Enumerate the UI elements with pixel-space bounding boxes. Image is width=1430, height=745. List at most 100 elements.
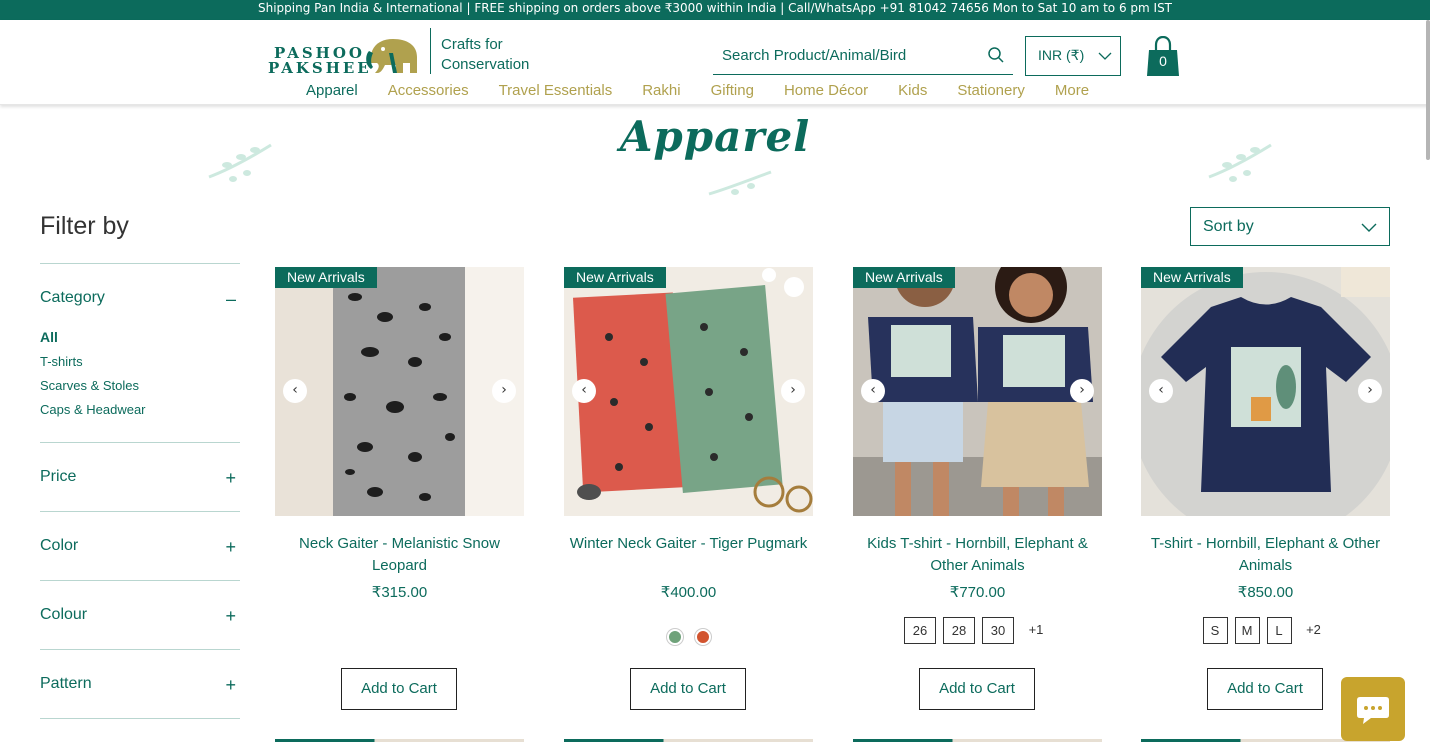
- collapse-icon: –: [225, 289, 236, 309]
- product-card[interactable]: New Arrivals ‹ › Winter Neck Gaiter - Ti…: [564, 267, 813, 727]
- page-scrollbar[interactable]: [1426, 20, 1430, 160]
- size-option[interactable]: L: [1266, 617, 1292, 644]
- nav-item-apparel[interactable]: Apparel: [306, 82, 358, 104]
- size-option[interactable]: 30: [982, 617, 1014, 644]
- product-card[interactable]: New Arrivals ‹ › Neck Gaiter - Melanisti…: [275, 267, 524, 727]
- more-sizes[interactable]: +2: [1299, 617, 1329, 644]
- facet-label: Price: [40, 468, 77, 485]
- cart-button[interactable]: 0: [1146, 35, 1180, 78]
- expand-icon: +: [225, 675, 236, 695]
- expand-icon: +: [225, 468, 236, 488]
- product-name[interactable]: Kids T-shirt - Hornbill, Elephant & Othe…: [853, 533, 1102, 577]
- divider: [40, 442, 240, 443]
- chevron-left-icon[interactable]: ‹: [283, 379, 307, 403]
- chat-button[interactable]: [1341, 677, 1405, 741]
- leaf-branch-icon: [208, 143, 272, 182]
- main-nav: Apparel Accessories Travel Essentials Ra…: [306, 82, 1119, 104]
- divider: [40, 263, 240, 264]
- product-name[interactable]: Winter Neck Gaiter - Tiger Pugmark: [564, 533, 813, 555]
- color-swatch-orange[interactable]: [694, 629, 711, 645]
- product-image[interactable]: New Arrivals ‹ ›: [564, 267, 813, 516]
- add-to-cart-button[interactable]: Add to Cart: [919, 668, 1035, 710]
- size-option[interactable]: S: [1202, 617, 1228, 644]
- facet-category[interactable]: Category –: [40, 289, 240, 309]
- product-image[interactable]: New Arrivals ‹ ›: [1141, 267, 1390, 516]
- kids-tshirt-image: [853, 267, 1102, 516]
- brand-tagline: Crafts for Conservation: [441, 35, 529, 75]
- nav-item-gifting[interactable]: Gifting: [711, 82, 754, 104]
- facet-colour[interactable]: Colour +: [40, 606, 240, 626]
- chevron-left-icon[interactable]: ‹: [572, 379, 596, 403]
- filter-title: Filter by: [40, 212, 129, 240]
- search-icon[interactable]: [987, 46, 1005, 64]
- size-option[interactable]: 28: [943, 617, 975, 644]
- size-options: S M L +2: [1141, 617, 1390, 644]
- size-option[interactable]: M: [1234, 617, 1260, 644]
- chevron-right-icon[interactable]: ›: [492, 379, 516, 403]
- divider: [40, 718, 240, 719]
- nav-item-rakhi[interactable]: Rakhi: [642, 82, 680, 104]
- tagline-line2: Conservation: [441, 56, 530, 73]
- product-name[interactable]: T-shirt - Hornbill, Elephant & Other Ani…: [1141, 533, 1390, 577]
- product-card[interactable]: New Arrivals ‹ › T-shirt - Hornbill, Ele…: [1141, 267, 1390, 727]
- search-box: [713, 36, 1013, 75]
- add-to-cart-button[interactable]: Add to Cart: [630, 668, 746, 710]
- nav-item-travel-essentials[interactable]: Travel Essentials: [499, 82, 613, 104]
- product-name[interactable]: Neck Gaiter - Melanistic Snow Leopard: [275, 533, 524, 577]
- chevron-down-icon: [1361, 223, 1377, 232]
- sort-select[interactable]: Sort by: [1190, 207, 1390, 246]
- product-image[interactable]: New Arrivals ‹ ›: [853, 267, 1102, 516]
- category-option-all[interactable]: All: [40, 329, 58, 345]
- divider: [40, 511, 240, 512]
- product-price: ₹770.00: [949, 584, 1006, 601]
- facet-label: Pattern: [40, 675, 92, 692]
- facet-color[interactable]: Color +: [40, 537, 240, 557]
- chevron-left-icon[interactable]: ‹: [1149, 379, 1173, 403]
- expand-icon: +: [225, 537, 236, 557]
- nav-item-home-decor[interactable]: Home Décor: [784, 82, 868, 104]
- new-arrivals-badge: New Arrivals: [853, 267, 955, 288]
- chevron-left-icon[interactable]: ‹: [861, 379, 885, 403]
- category-option-scarves[interactable]: Scarves & Stoles: [40, 378, 139, 393]
- divider: [40, 580, 240, 581]
- category-option-tshirts[interactable]: T-shirts: [40, 354, 83, 369]
- facet-pattern[interactable]: Pattern +: [40, 675, 240, 695]
- facet-price[interactable]: Price +: [40, 468, 240, 488]
- product-image[interactable]: New Arrivals ‹ ›: [275, 267, 524, 516]
- nav-item-stationery[interactable]: Stationery: [957, 82, 1025, 104]
- leaf-branch-icon: [708, 170, 772, 196]
- add-to-cart-button[interactable]: Add to Cart: [1207, 668, 1323, 710]
- product-card[interactable]: New Arrivals ‹ › Kids T-shirt - Hornbill…: [853, 267, 1102, 727]
- size-options: 26 28 30 +1: [853, 617, 1102, 644]
- nav-item-accessories[interactable]: Accessories: [388, 82, 469, 104]
- size-option[interactable]: 26: [904, 617, 936, 644]
- chevron-right-icon[interactable]: ›: [1358, 379, 1382, 403]
- neck-gaiter-image: [564, 267, 813, 516]
- nav-item-more[interactable]: More: [1055, 82, 1089, 104]
- more-sizes[interactable]: +1: [1021, 617, 1051, 644]
- add-to-cart-button[interactable]: Add to Cart: [341, 668, 457, 710]
- tshirt-image: [1141, 267, 1390, 516]
- color-swatch-green[interactable]: [666, 629, 683, 645]
- chevron-right-icon[interactable]: ›: [781, 379, 805, 403]
- new-arrivals-badge: New Arrivals: [275, 267, 377, 288]
- site-header: PASHOO PAKSHEE Crafts for Conservation I…: [0, 20, 1430, 105]
- brand-logo[interactable]: PASHOO PAKSHEE Crafts for Conservation: [268, 26, 538, 78]
- chat-bubble-icon: [1357, 697, 1389, 724]
- neck-gaiter-image: [275, 267, 524, 516]
- product-price: ₹315.00: [371, 584, 428, 601]
- facet-label: Colour: [40, 606, 88, 623]
- nav-item-kids[interactable]: Kids: [898, 82, 927, 104]
- page-title: Apparel: [619, 112, 811, 161]
- sort-label: Sort by: [1203, 218, 1254, 235]
- expand-icon: +: [225, 606, 236, 626]
- tagline-line1: Crafts for: [441, 36, 503, 53]
- currency-value: INR (₹): [1038, 47, 1085, 63]
- logo-divider: [430, 28, 431, 74]
- search-input[interactable]: [713, 36, 978, 74]
- currency-select[interactable]: INR (₹): [1025, 36, 1121, 76]
- chevron-right-icon[interactable]: ›: [1070, 379, 1094, 403]
- facet-label: Color: [40, 537, 79, 554]
- category-option-caps[interactable]: Caps & Headwear: [40, 402, 146, 417]
- new-arrivals-badge: New Arrivals: [1141, 267, 1243, 288]
